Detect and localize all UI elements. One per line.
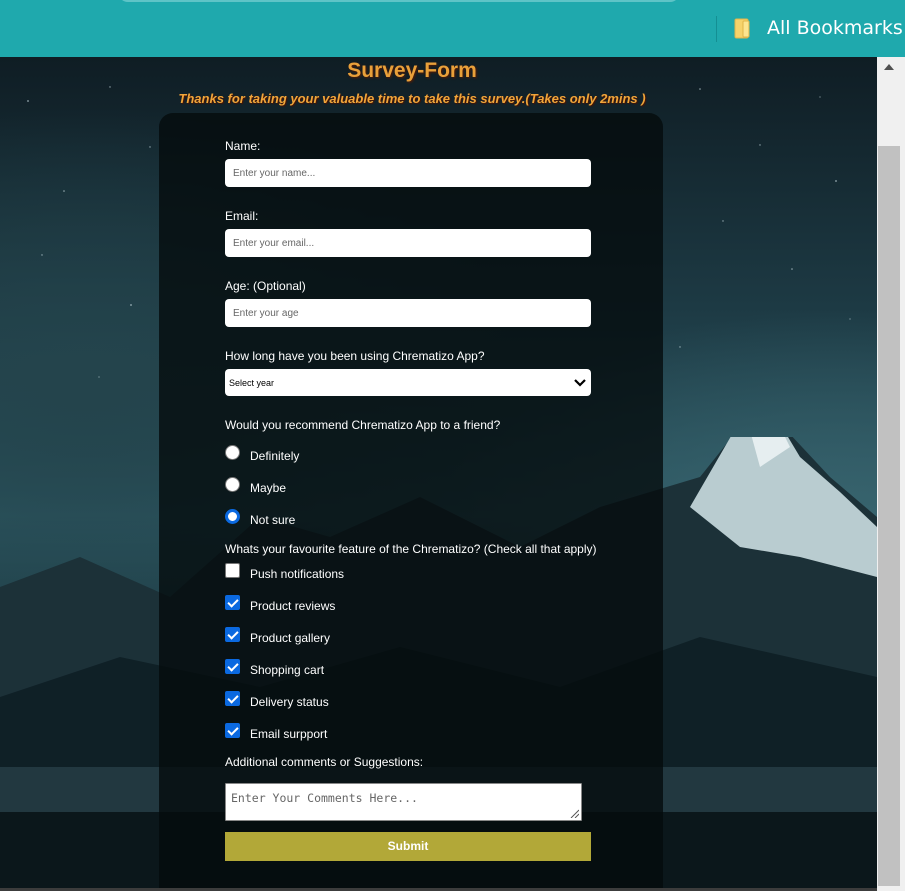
recommend-label: Would you recommend Chrematizo App to a … — [225, 418, 501, 432]
checkbox-label: Product gallery — [250, 630, 331, 645]
bookmark-folder-icon[interactable] — [734, 18, 751, 39]
page-title: Survey-Form — [347, 59, 477, 82]
survey-form: Name: Email: Age: (Optional) How long ha… — [159, 113, 663, 891]
checkbox-option-product-reviews[interactable]: Product reviews — [225, 595, 336, 613]
page-subtitle: Thanks for taking your valuable time to … — [178, 91, 646, 106]
checkbox-label: Shopping cart — [250, 662, 325, 677]
checkbox-option-product-gallery[interactable]: Product gallery — [225, 627, 331, 645]
checkbox-label: Product reviews — [250, 598, 336, 613]
all-bookmarks-button[interactable]: All Bookmarks — [767, 17, 903, 39]
features-label: Whats your favourite feature of the Chre… — [225, 542, 597, 556]
name-label: Name: — [225, 139, 261, 153]
radio-button[interactable] — [225, 445, 240, 460]
page-viewport: Survey-Form Thanks for taking your valua… — [0, 57, 877, 891]
checkbox-option-email-support[interactable]: Email surpport — [225, 723, 328, 741]
radio-option-not-sure[interactable]: Not sure — [225, 509, 296, 527]
radio-button-selected[interactable] — [225, 509, 240, 524]
checkbox-label: Email surpport — [250, 726, 328, 741]
email-input[interactable] — [225, 229, 591, 257]
checkbox-checked[interactable] — [225, 659, 240, 674]
usage-select[interactable]: Select year — [225, 369, 591, 396]
radio-label: Maybe — [250, 480, 287, 495]
radio-option-maybe[interactable]: Maybe — [225, 477, 287, 495]
radio-option-definitely[interactable]: Definitely — [225, 445, 300, 463]
name-input[interactable] — [225, 159, 591, 187]
checkbox-option-push-notifications[interactable]: Push notifications — [225, 563, 345, 581]
comments-textarea[interactable]: Enter Your Comments Here... — [225, 783, 582, 821]
checkbox-checked[interactable] — [225, 595, 240, 610]
scrollbar-thumb[interactable] — [878, 146, 900, 886]
usage-select-value: Select year — [229, 377, 275, 388]
checkbox-checked[interactable] — [225, 723, 240, 738]
checkbox-label: Push notifications — [250, 566, 345, 581]
checkbox-checked[interactable] — [225, 691, 240, 706]
checkbox-option-shopping-cart[interactable]: Shopping cart — [225, 659, 325, 677]
checkbox-checked[interactable] — [225, 627, 240, 642]
comments-label: Additional comments or Suggestions: — [225, 755, 424, 769]
checkbox-label: Delivery status — [250, 694, 329, 709]
age-input[interactable] — [225, 299, 591, 327]
checkbox-option-delivery-status[interactable]: Delivery status — [225, 691, 329, 709]
submit-button[interactable]: Submit — [225, 832, 591, 861]
scroll-up-arrow-icon[interactable] — [884, 64, 894, 70]
resize-grip-icon[interactable] — [569, 808, 579, 818]
checkbox[interactable] — [225, 563, 240, 578]
radio-label: Definitely — [250, 448, 300, 463]
chevron-down-icon — [574, 378, 586, 387]
address-bar[interactable] — [118, 0, 680, 2]
radio-button[interactable] — [225, 477, 240, 492]
age-label: Age: (Optional) — [225, 279, 306, 293]
radio-label: Not sure — [250, 512, 296, 527]
browser-toolbar: All Bookmarks — [0, 0, 905, 57]
comments-placeholder: Enter Your Comments Here... — [231, 791, 418, 805]
email-label: Email: — [225, 209, 259, 223]
toolbar-divider — [716, 16, 717, 42]
usage-label: How long have you been using Chrematizo … — [225, 349, 485, 363]
